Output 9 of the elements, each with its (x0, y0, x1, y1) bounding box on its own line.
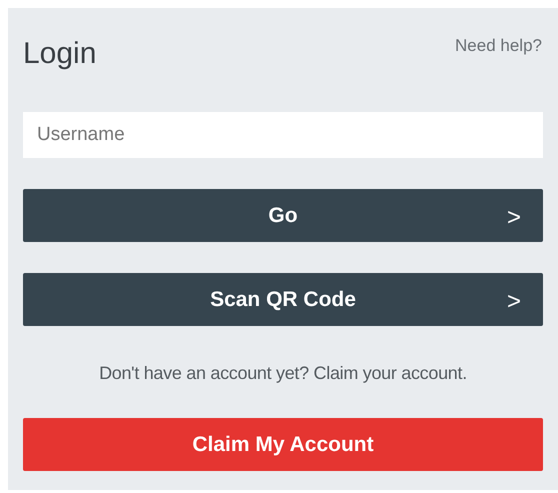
action-button[interactable]: Go > (23, 189, 543, 242)
help-link[interactable]: Need help? (455, 34, 542, 58)
login-title: Login (23, 36, 96, 72)
claim-button[interactable]: Claim My Account (23, 418, 543, 471)
action-button[interactable]: Scan QR Code > (23, 273, 543, 326)
claim-text: Don't have an account yet? Claim your account. (98, 362, 468, 385)
chevron-icon: > (506, 200, 521, 236)
username-field[interactable]: Username (23, 112, 543, 158)
chevron-icon: > (506, 284, 521, 320)
